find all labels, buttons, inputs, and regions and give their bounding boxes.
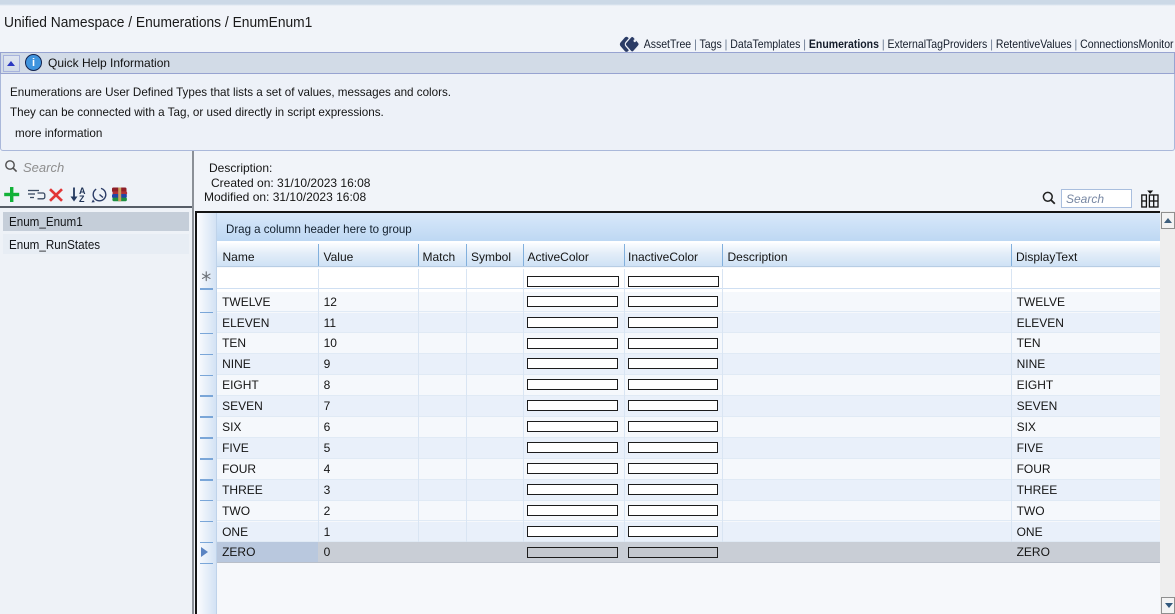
- svg-text:Z: Z: [79, 194, 85, 203]
